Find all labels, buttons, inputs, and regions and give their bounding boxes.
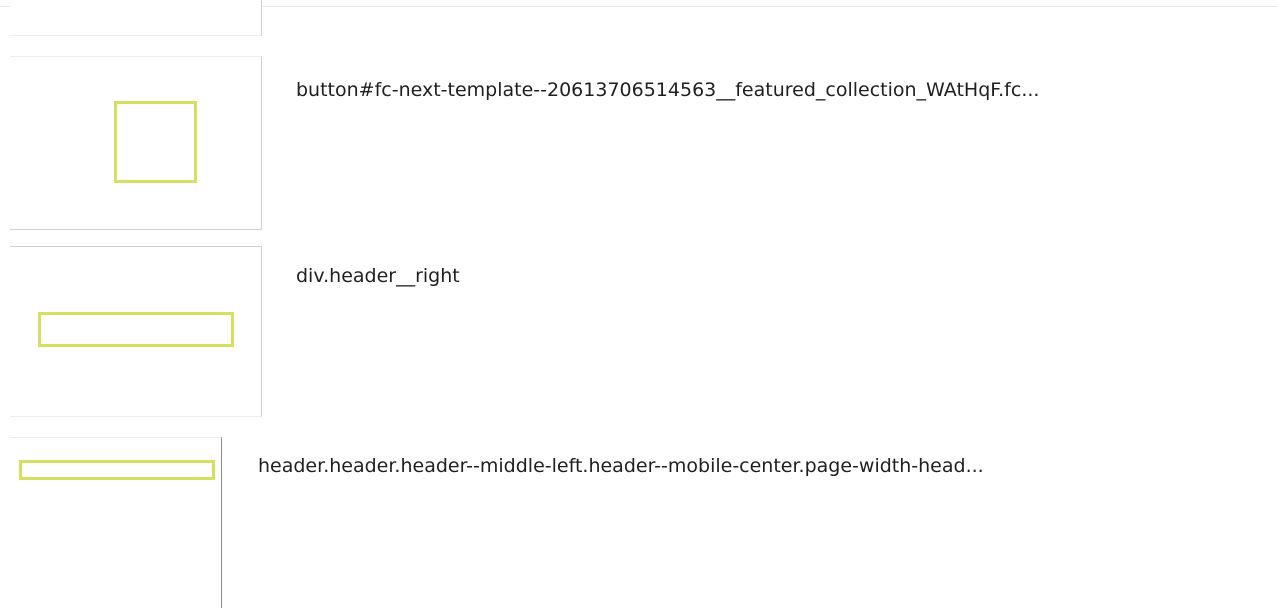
element-results-list: button#fc-next-template--20613706514563_… (0, 0, 1277, 608)
result-thumbnail[interactable] (10, 0, 262, 36)
result-thumbnail[interactable] (10, 56, 262, 230)
result-selector-label[interactable]: div.header__right (296, 264, 460, 288)
result-thumbnail[interactable] (10, 246, 262, 417)
element-highlight-box (114, 101, 197, 183)
result-selector-label[interactable]: button#fc-next-template--20613706514563_… (296, 78, 1039, 102)
element-highlight-box (19, 460, 215, 480)
element-highlight-box (38, 312, 234, 347)
result-thumbnail[interactable] (10, 437, 222, 608)
result-selector-label[interactable]: header.header.header--middle-left.header… (258, 454, 984, 478)
